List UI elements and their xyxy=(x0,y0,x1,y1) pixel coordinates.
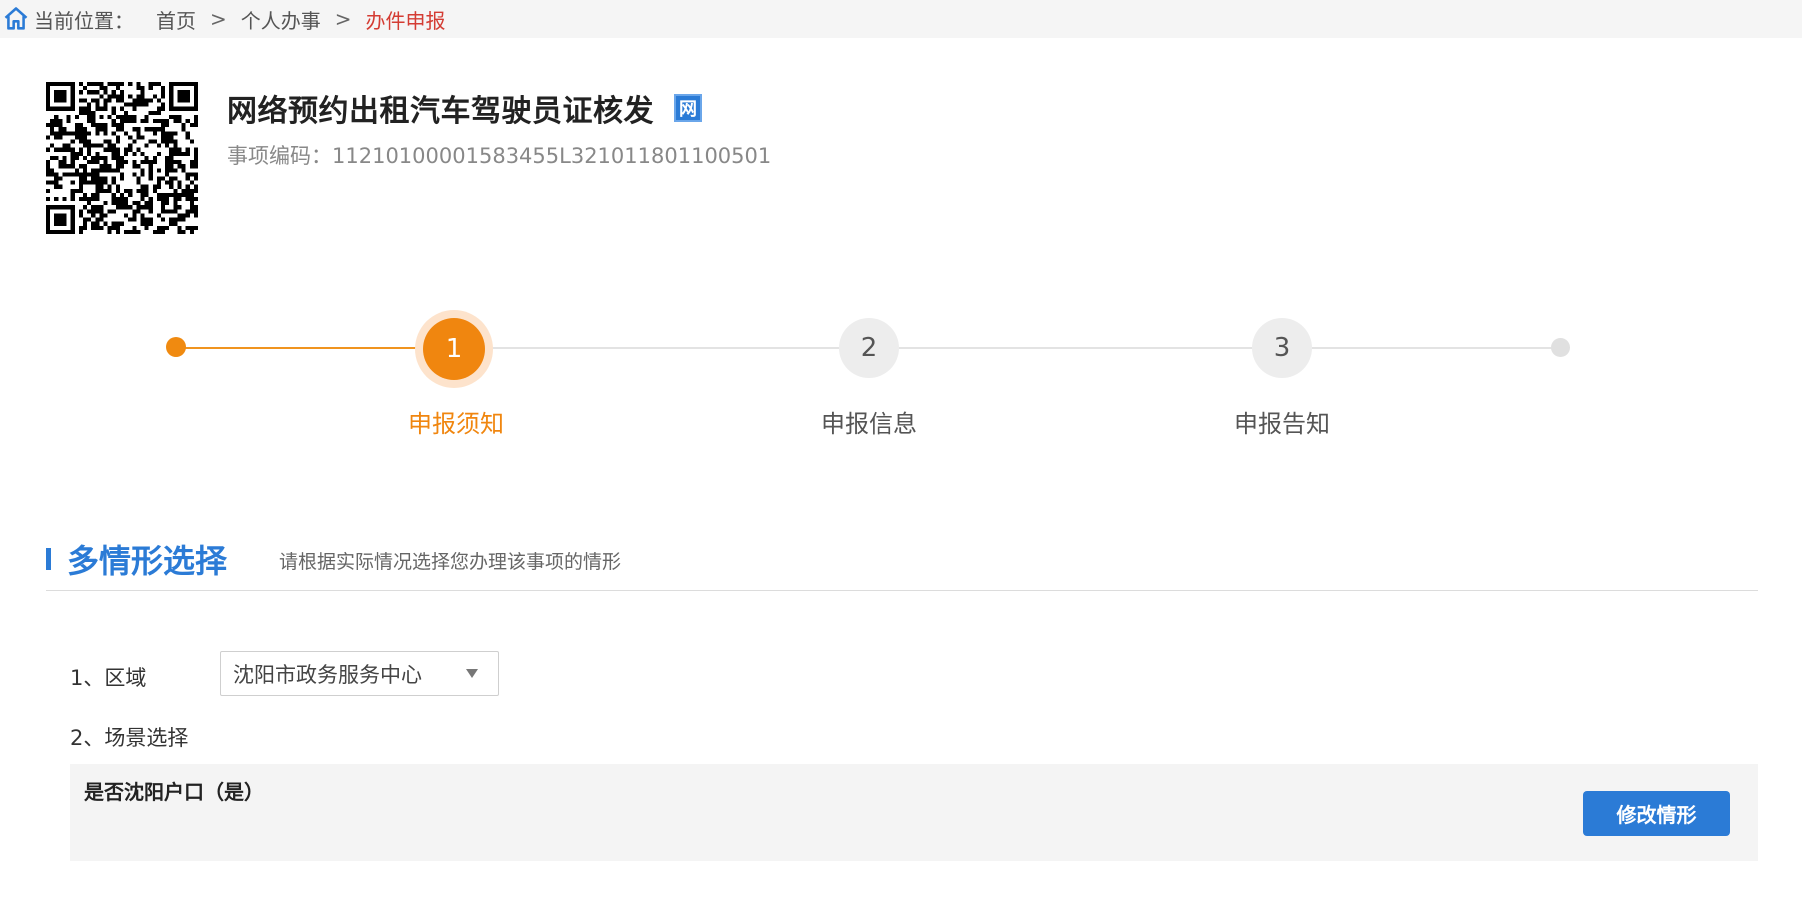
breadcrumb: 当前位置： 首页 > 个人办事 > 办件申报 xyxy=(0,0,1802,38)
qr-code-icon xyxy=(46,82,198,234)
breadcrumb-item-personal[interactable]: 个人办事 xyxy=(241,5,321,34)
step-progress: 1 2 3 申报须知 申报信息 申报告知 xyxy=(0,300,1802,450)
chevron-down-icon xyxy=(466,669,478,678)
region-label: 1、区域 xyxy=(70,666,147,690)
section-accent-bar xyxy=(46,547,51,570)
step-1-circle: 1 xyxy=(415,310,493,388)
step-3-label: 申报告知 xyxy=(1234,410,1330,438)
progress-end-dot xyxy=(1551,338,1570,357)
step-2-label: 申报信息 xyxy=(821,410,917,438)
item-title-row: 网络预约出租汽车驾驶员证核发 网 xyxy=(227,86,702,130)
scene-label: 2、场景选择 xyxy=(70,726,189,750)
section-header: 多情形选择 请根据实际情况选择您办理该事项的情形 xyxy=(46,535,1758,591)
item-code-value: 11210100001583455L321011801100501 xyxy=(332,144,772,168)
breadcrumb-item-current: 办件申报 xyxy=(365,8,446,33)
step-3-circle: 3 xyxy=(1252,318,1312,378)
step-2-circle: 2 xyxy=(839,318,899,378)
breadcrumb-separator: > xyxy=(334,7,352,31)
region-select-value: 沈阳市政务服务中心 xyxy=(233,662,422,687)
progress-line-done xyxy=(176,347,456,349)
progress-start-dot xyxy=(166,337,186,357)
breadcrumb-item-home[interactable]: 首页 xyxy=(156,5,196,34)
breadcrumb-separator: > xyxy=(210,7,227,31)
online-badge: 网 xyxy=(674,94,702,122)
step-1-label: 申报须知 xyxy=(408,410,504,438)
breadcrumb-label: 当前位置： xyxy=(34,8,134,33)
progress-line-pending xyxy=(456,347,1562,349)
section-subtitle: 请根据实际情况选择您办理该事项的情形 xyxy=(279,551,622,573)
page-title: 网络预约出租汽车驾驶员证核发 xyxy=(227,94,654,129)
modify-scenario-button[interactable]: 修改情形 xyxy=(1583,791,1730,836)
region-select[interactable]: 沈阳市政务服务中心 xyxy=(220,651,499,696)
home-icon[interactable] xyxy=(2,5,30,33)
item-code: 事项编码：11210100001583455L321011801100501 xyxy=(227,140,771,170)
scene-summary-box: 是否沈阳户口（是） 修改情形 xyxy=(70,764,1758,861)
step-1-number: 1 xyxy=(423,318,485,380)
section-title: 多情形选择 xyxy=(67,541,228,580)
scene-selection-text: 是否沈阳户口（是） xyxy=(84,780,264,804)
item-code-label: 事项编码： xyxy=(227,144,332,168)
